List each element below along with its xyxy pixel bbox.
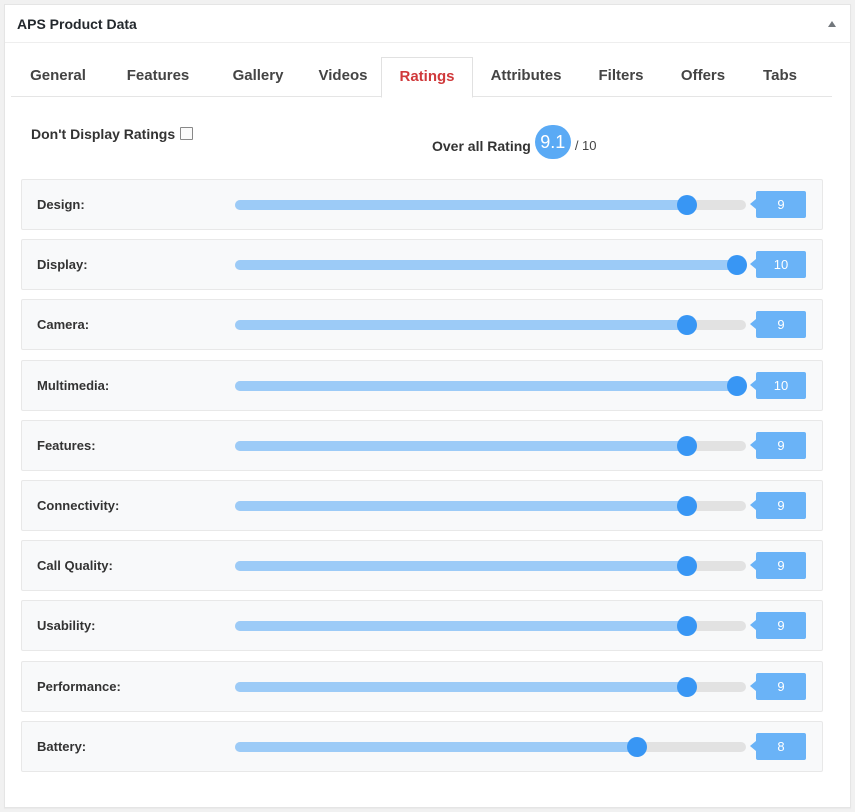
rating-slider-fill xyxy=(235,200,687,210)
tab-offers[interactable]: Offers xyxy=(663,57,743,97)
tab-general[interactable]: General xyxy=(17,57,99,97)
rating-value: 9 xyxy=(750,191,806,218)
rating-label: Design: xyxy=(37,197,85,212)
rating-row: Design: 9 xyxy=(21,179,823,230)
rating-label: Connectivity: xyxy=(37,497,120,513)
rating-slider-track[interactable] xyxy=(235,315,746,336)
rating-slider-track[interactable] xyxy=(235,676,746,697)
tab-features[interactable]: Features xyxy=(112,57,204,97)
rating-label: Features: xyxy=(37,437,96,453)
rating-row: Usability: 9 xyxy=(21,600,823,652)
tab-gallery[interactable]: Gallery xyxy=(217,57,299,97)
rating-slider-fill xyxy=(235,320,687,331)
rating-label: Performance: xyxy=(37,678,121,694)
tab-attributes[interactable]: Attributes xyxy=(480,57,572,97)
rating-slider-handle[interactable] xyxy=(677,435,697,456)
tab-ratings[interactable]: Ratings xyxy=(381,57,473,98)
tab-filters[interactable]: Filters xyxy=(581,57,661,97)
rating-slider-fill xyxy=(235,621,687,632)
rating-slider-fill xyxy=(235,380,737,391)
rating-row: Performance: 9 xyxy=(21,660,823,712)
rating-slider-handle[interactable] xyxy=(677,616,697,637)
rating-slider-fill xyxy=(235,440,687,451)
rating-slider-track[interactable] xyxy=(235,495,746,516)
rating-slider-fill xyxy=(235,681,687,692)
rating-slider-track[interactable] xyxy=(235,255,747,276)
rating-slider-handle[interactable] xyxy=(677,195,697,215)
rating-row: Call Quality: 9 xyxy=(21,540,823,592)
rating-slider-handle[interactable] xyxy=(627,736,647,757)
rating-slider-handle[interactable] xyxy=(727,375,747,396)
rating-slider-track[interactable] xyxy=(235,375,747,396)
rating-slider-handle[interactable] xyxy=(727,255,747,276)
tab-videos[interactable]: Videos xyxy=(302,57,384,97)
rating-value: 8 xyxy=(750,732,806,760)
overall-rating-max: / 10 xyxy=(574,138,597,153)
rating-slider-fill xyxy=(235,260,737,271)
rating-label: Call Quality: xyxy=(37,558,113,574)
rating-slider-handle[interactable] xyxy=(677,315,697,336)
tab-tabs[interactable]: Tabs xyxy=(745,57,815,97)
dont-display-checkbox[interactable] xyxy=(180,126,194,140)
dont-display-label: Don't Display Ratings xyxy=(31,126,176,142)
rating-value: 9 xyxy=(750,491,806,519)
rating-value: 9 xyxy=(750,612,806,640)
rating-slider-track[interactable] xyxy=(235,195,746,215)
rating-row: Multimedia: 10 xyxy=(21,359,823,411)
rating-row: Display: 10 xyxy=(21,239,823,291)
rating-value: 10 xyxy=(750,371,806,399)
rating-slider-fill xyxy=(235,561,687,572)
rating-row: Battery: 8 xyxy=(21,720,823,772)
rating-rows: Design: 9 Display: 10 Camera: 9 Multimedia: 10 F… xyxy=(21,179,823,781)
rating-slider-track[interactable] xyxy=(235,736,746,757)
rating-slider-fill xyxy=(235,741,637,752)
overall-rating: Over all Rating 9.1 / 10 xyxy=(432,125,597,159)
rating-label: Battery: xyxy=(37,738,87,754)
rating-label: Camera: xyxy=(37,317,90,333)
triangle-up-icon[interactable] xyxy=(828,20,836,27)
rating-slider-handle[interactable] xyxy=(677,556,697,577)
rating-row: Features: 9 xyxy=(21,419,823,471)
rating-value: 9 xyxy=(750,311,806,339)
overall-rating-value: 9.1 xyxy=(534,125,571,159)
rating-row: Connectivity: 9 xyxy=(21,479,823,531)
rating-slider-track[interactable] xyxy=(235,435,746,456)
panel-header[interactable]: APS Product Data xyxy=(5,5,850,43)
dont-display-ratings: Don't Display Ratings xyxy=(31,126,194,142)
rating-value: 9 xyxy=(750,431,806,459)
rating-value: 9 xyxy=(750,672,806,700)
rating-label: Display: xyxy=(37,257,88,273)
rating-value: 9 xyxy=(750,552,806,580)
overall-rating-label: Over all Rating xyxy=(432,137,531,154)
rating-slider-track[interactable] xyxy=(235,616,746,637)
rating-label: Multimedia: xyxy=(37,377,110,393)
rating-value: 10 xyxy=(750,251,806,279)
rating-label: Usability: xyxy=(37,618,96,634)
panel-title: APS Product Data xyxy=(17,15,137,32)
rating-slider-fill xyxy=(235,500,687,511)
tab-bar: General Features Gallery Videos Ratings … xyxy=(11,57,832,98)
rating-slider-handle[interactable] xyxy=(677,676,697,697)
rating-slider-track[interactable] xyxy=(235,556,746,577)
rating-row: Camera: 9 xyxy=(21,299,823,351)
rating-slider-handle[interactable] xyxy=(677,495,697,516)
